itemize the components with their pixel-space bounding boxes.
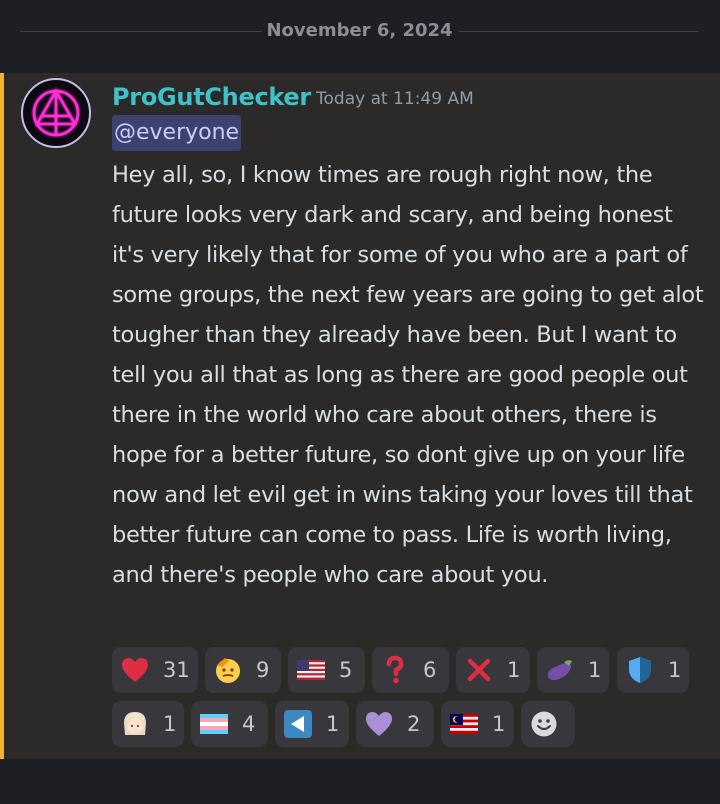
- avatar-logo-icon: [32, 88, 80, 137]
- reaction-saluting-face[interactable]: 9: [205, 647, 281, 693]
- timestamp[interactable]: Today at 11:49 AM: [316, 88, 474, 110]
- add-reaction-smiley-icon: [529, 709, 559, 739]
- message[interactable]: ProGutChecker Today at 11:49 AM @everyon…: [0, 73, 720, 759]
- reaction-purple-heart[interactable]: 2: [356, 701, 434, 747]
- reaction-count: 31: [163, 658, 190, 682]
- transgender-flag-icon: [199, 709, 229, 739]
- malaysia-flag-icon: [449, 709, 479, 739]
- date-divider: November 6, 2024: [20, 20, 699, 42]
- reaction-count: 1: [588, 658, 602, 682]
- anime-character-icon: [120, 709, 150, 739]
- reaction-anime-character[interactable]: 1: [112, 701, 184, 747]
- us-flag-icon: [296, 655, 326, 685]
- reaction-count: 4: [242, 712, 256, 736]
- reverse-button-icon: [283, 709, 313, 739]
- reaction-shield[interactable]: 1: [617, 647, 689, 693]
- saluting-face-icon: [213, 655, 243, 685]
- reaction-count: 1: [668, 658, 682, 682]
- username[interactable]: ProGutChecker: [112, 82, 311, 112]
- reaction-count: 9: [256, 658, 270, 682]
- cross-mark-icon: [464, 655, 494, 685]
- reaction-transgender-flag[interactable]: 4: [191, 701, 268, 747]
- eggplant-icon: [545, 655, 575, 685]
- everyone-mention[interactable]: @everyone: [112, 115, 242, 151]
- purple-heart-icon: [364, 709, 394, 739]
- reaction-malaysia-flag[interactable]: 1: [441, 701, 514, 747]
- avatar[interactable]: [21, 78, 91, 148]
- divider-line-right: [459, 31, 699, 32]
- reaction-us-flag[interactable]: 5: [288, 647, 365, 693]
- message-content: Hey all, so, I know times are rough righ…: [112, 162, 704, 588]
- red-question-mark-icon: [380, 655, 410, 685]
- reaction-count: 1: [163, 712, 177, 736]
- reaction-reverse-button[interactable]: 1: [275, 701, 349, 747]
- reaction-cross-mark[interactable]: 1: [456, 647, 530, 693]
- reaction-eggplant[interactable]: 1: [537, 647, 609, 693]
- reaction-count: 1: [507, 658, 521, 682]
- mention-highlight-bar: [0, 73, 4, 759]
- shield-icon: [625, 655, 655, 685]
- reaction-count: 1: [326, 712, 340, 736]
- reaction-red-heart[interactable]: 31: [112, 647, 198, 693]
- add-reaction-button[interactable]: [521, 701, 575, 747]
- reaction-count: 1: [492, 712, 506, 736]
- reaction-red-question-mark[interactable]: 6: [372, 647, 449, 693]
- reaction-count: 6: [423, 658, 437, 682]
- reaction-count: 5: [339, 658, 353, 682]
- reaction-count: 2: [407, 712, 421, 736]
- red-heart-icon: [120, 655, 150, 685]
